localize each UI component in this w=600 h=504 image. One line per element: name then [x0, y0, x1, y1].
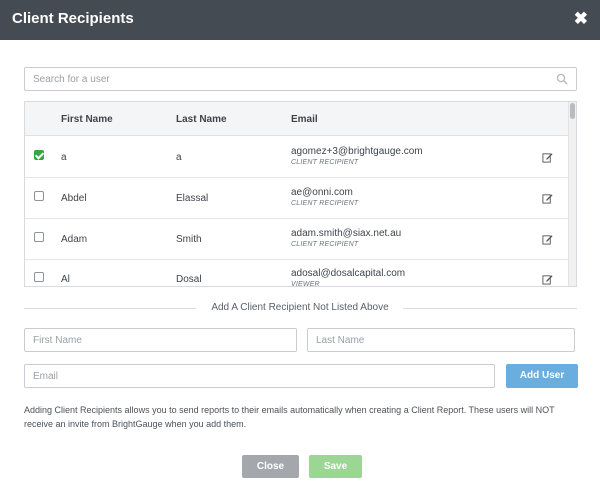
column-last-name: Last Name — [176, 114, 227, 125]
table-row[interactable]: Adam Smith adam.smith@siax.net.au CLIENT… — [25, 219, 570, 260]
row-checkbox[interactable] — [34, 232, 44, 242]
role-label: VIEWER — [291, 281, 320, 287]
recipients-table: First Name Last Name Email a a agomez+3@… — [24, 101, 577, 287]
last-name-cell: a — [176, 152, 182, 163]
row-checkbox[interactable] — [34, 150, 44, 160]
email-cell: adosal@dosalcapital.com — [291, 268, 406, 279]
search-input[interactable] — [25, 68, 576, 90]
save-button[interactable]: Save — [309, 455, 362, 478]
first-name-input[interactable] — [25, 329, 296, 351]
last-name-cell: Smith — [176, 234, 202, 245]
edit-icon[interactable] — [542, 152, 553, 163]
close-button[interactable]: Close — [242, 455, 299, 478]
last-name-field — [307, 328, 575, 352]
divider-right — [403, 308, 577, 309]
row-checkbox[interactable] — [34, 272, 44, 282]
first-name-cell: a — [61, 152, 67, 163]
info-text: Adding Client Recipients allows you to s… — [24, 405, 555, 429]
table-row[interactable]: Abdel Elassal ae@onni.com CLIENT RECIPIE… — [25, 178, 570, 219]
table-scrollbar[interactable] — [568, 102, 576, 286]
edit-icon[interactable] — [542, 193, 553, 204]
add-user-button[interactable]: Add User — [506, 364, 578, 388]
first-name-cell: Al — [61, 274, 70, 285]
email-cell: adam.smith@siax.net.au — [291, 228, 402, 239]
scrollbar-thumb[interactable] — [570, 103, 575, 119]
email-cell: agomez+3@brightgauge.com — [291, 146, 423, 157]
first-name-cell: Adam — [61, 234, 88, 245]
role-label: CLIENT RECIPIENT — [291, 241, 359, 248]
close-icon[interactable]: ✖ — [574, 9, 588, 29]
email-input[interactable] — [25, 365, 494, 387]
search-icon — [556, 73, 568, 85]
column-email: Email — [291, 114, 318, 125]
first-name-field — [24, 328, 297, 352]
last-name-cell: Elassal — [176, 193, 209, 204]
search-box — [24, 67, 577, 91]
column-first-name: First Name — [61, 114, 113, 125]
edit-icon[interactable] — [542, 274, 553, 285]
last-name-cell: Dosal — [176, 274, 202, 285]
table-header: First Name Last Name Email — [25, 102, 570, 136]
row-checkbox[interactable] — [34, 191, 44, 201]
modal-title: Client Recipients — [12, 10, 134, 27]
email-cell: ae@onni.com — [291, 187, 353, 198]
email-field — [24, 364, 495, 388]
last-name-input[interactable] — [308, 329, 574, 351]
table-row[interactable]: Al Dosal adosal@dosalcapital.com VIEWER — [25, 260, 570, 287]
modal-header: Client Recipients ✖ — [0, 0, 600, 40]
role-label: CLIENT RECIPIENT — [291, 200, 359, 207]
first-name-cell: Abdel — [61, 193, 87, 204]
edit-icon[interactable] — [542, 234, 553, 245]
table-row[interactable]: a a agomez+3@brightgauge.com CLIENT RECI… — [25, 137, 570, 178]
role-label: CLIENT RECIPIENT — [291, 159, 359, 166]
